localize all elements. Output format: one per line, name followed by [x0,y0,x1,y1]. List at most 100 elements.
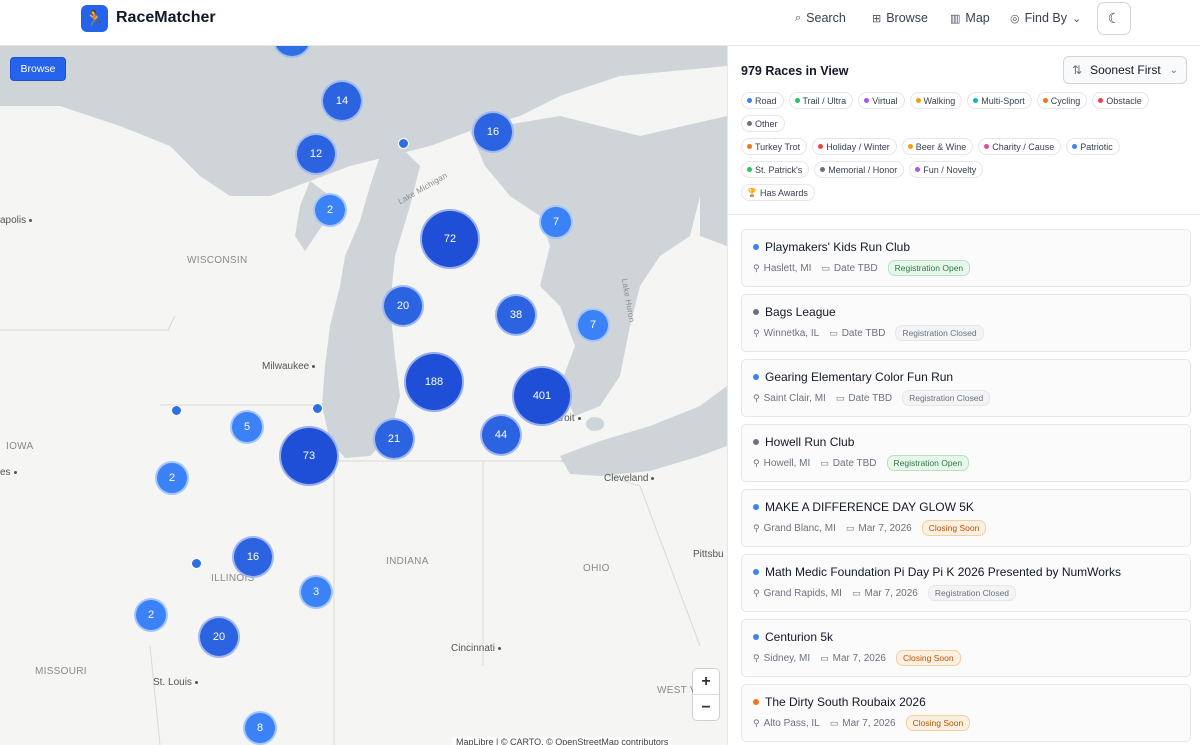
cluster-marker[interactable]: 401 [512,366,572,426]
filter-chip-label: St. Patrick's [755,164,803,175]
compass-icon: ◎ [1010,12,1020,25]
race-card[interactable]: Howell Run Club ⚲ Howell, MI ▭ Date TBD Regis… [741,424,1191,482]
cluster-marker[interactable]: 7 [539,205,573,239]
map-view[interactable]: Browse WISCONSIN IOWA ILLINOIS INDIANA O… [0,46,727,745]
race-location-text: Saint Clair, MI [763,392,826,404]
cluster-marker[interactable]: 2 [313,193,347,227]
cluster-marker[interactable]: 8 [243,711,277,745]
race-meta: ⚲ Grand Blanc, MI ▭ Mar 7, 2026 Closing Soon [753,520,1190,536]
cluster-marker[interactable]: 5 [230,410,264,444]
filter-row: 🏆 Has Awards [741,184,1191,201]
race-card[interactable]: Math Medic Foundation Pi Day Pi K 2026 P… [741,554,1191,612]
race-location: ⚲ Winnetka, IL [753,328,819,339]
race-location-text: Howell, MI [763,457,811,469]
brand-name[interactable]: RaceMatcher [116,9,216,27]
map-pin-icon: ⚲ [753,392,760,403]
browse-button[interactable]: Browse [10,57,66,81]
cluster-marker[interactable]: 21 [373,418,415,460]
nav-map[interactable]: ▥ Map [950,11,990,25]
nav-find-by[interactable]: ◎ Find By ⌄ [1010,11,1081,25]
race-card[interactable]: Gearing Elementary Color Fun Run ⚲ Saint C… [741,359,1191,417]
category-dot-icon [1072,144,1078,149]
status-badge: Closing Soon [905,715,971,731]
filter-row: Road Trail / Ultra Virtual Walking Multi-Spo… [741,92,1191,109]
status-badge: Registration Open [887,260,971,276]
race-location: ⚲ Grand Blanc, MI [753,523,836,534]
zoom-out-button[interactable]: − [693,695,719,720]
nav-search[interactable]: ⌕ Search [795,11,846,25]
filter-chip[interactable]: Walking [909,92,963,109]
cluster-marker[interactable]: 44 [480,414,522,456]
cluster-marker[interactable]: 2 [155,461,189,495]
race-name: Math Medic Foundation Pi Day Pi K 2026 P… [765,565,1121,579]
filter-chip-label: Obstacle [1106,95,1142,106]
filter-row: St. Patrick's Memorial / Honor Fun / Novel… [741,161,1191,178]
filter-chip[interactable]: St. Patrick's [741,161,810,178]
city-label: St. Louis [153,677,198,688]
theme-toggle-button[interactable]: ☾ [1097,2,1131,35]
cluster-marker[interactable]: 3 [299,575,333,609]
race-name: Bags League [765,305,836,319]
filter-chip[interactable]: Virtual [858,92,905,109]
race-date: ▭ Date TBD [836,393,892,404]
cluster-marker[interactable]: 16 [472,111,514,153]
map-pin-icon: ⚲ [753,522,760,533]
cluster-marker[interactable]: 16 [232,536,274,578]
filter-chip[interactable]: Charity / Cause [978,138,1062,155]
race-name: MAKE A DIFFERENCE DAY GLOW 5K [765,500,974,514]
cluster-marker[interactable]: 20 [198,616,240,658]
cluster-marker[interactable]: 72 [420,209,480,269]
zoom-in-button[interactable]: + [693,669,719,694]
sort-select[interactable]: ⇅ Soonest First ⌄ [1063,56,1187,84]
filter-chip[interactable]: Turkey Trot [741,138,808,155]
filter-chip-has-awards[interactable]: 🏆 Has Awards [741,184,815,201]
race-date: ▭ Mar 7, 2026 [830,718,896,729]
trophy-icon: 🏆 [747,188,757,197]
map-pin-icon: ⚲ [753,587,760,598]
race-location-text: Sidney, MI [763,652,811,664]
category-dot-icon [907,144,913,149]
filter-chip[interactable]: Trail / Ultra [788,92,854,109]
cluster-marker[interactable]: 188 [404,352,464,412]
category-dot-icon [984,144,990,149]
cluster-marker[interactable]: 14 [321,80,363,122]
race-marker[interactable] [398,138,409,149]
category-dot-icon [747,167,752,172]
race-date-text: Mar 7, 2026 [842,717,896,729]
filter-chip[interactable]: Cycling [1036,92,1088,109]
filter-chip[interactable]: Patriotic [1066,138,1120,155]
filter-chip[interactable]: Fun / Novelty [909,161,984,178]
cluster-marker[interactable]: 73 [279,426,339,486]
filter-chip[interactable]: Beer & Wine [901,138,974,155]
filter-chip-label: Trail / Ultra [802,95,847,106]
filter-chip[interactable]: Obstacle [1092,92,1149,109]
filter-chip[interactable]: Multi-Sport [967,92,1032,109]
race-name: The Dirty South Roubaix 2026 [765,695,926,709]
race-name: Playmakers' Kids Run Club [765,240,911,254]
map-attribution[interactable]: MapLibre | © CARTO, © OpenStreetMap cont… [452,737,673,745]
category-dot-icon [1042,98,1048,103]
region-label: MISSOURI [35,666,87,677]
filter-chip[interactable]: Other [741,115,785,132]
race-location-text: Grand Blanc, MI [763,522,836,534]
race-card[interactable]: Centurion 5k ⚲ Sidney, MI ▭ Mar 7, 2026 Closi… [741,619,1191,677]
race-date-text: Date TBD [848,392,893,404]
filter-chip[interactable]: Holiday / Winter [812,138,897,155]
cluster-marker[interactable]: 2 [134,598,168,632]
race-marker[interactable] [191,558,202,569]
cluster-marker[interactable]: 38 [495,294,537,336]
category-dot-icon [747,98,752,103]
race-card[interactable]: MAKE A DIFFERENCE DAY GLOW 5K ⚲ Grand Blan… [741,489,1191,547]
race-marker[interactable] [171,405,182,416]
cluster-marker[interactable]: 12 [295,133,337,175]
cluster-marker[interactable]: 7 [576,308,610,342]
nav-browse[interactable]: ⊞ Browse [872,11,928,25]
cluster-marker[interactable]: 20 [382,285,424,327]
race-marker[interactable] [312,403,323,414]
runner-logo-icon[interactable]: 🏃 [81,5,108,32]
filter-chip[interactable]: Memorial / Honor [814,161,905,178]
race-card[interactable]: Bags League ⚲ Winnetka, IL ▭ Date TBD Registr… [741,294,1191,352]
race-card[interactable]: The Dirty South Roubaix 2026 ⚲ Alto Pass, … [741,684,1191,742]
filter-chip[interactable]: Road [741,92,784,109]
race-card[interactable]: Playmakers' Kids Run Club ⚲ Haslett, MI ▭ Da… [741,229,1191,287]
